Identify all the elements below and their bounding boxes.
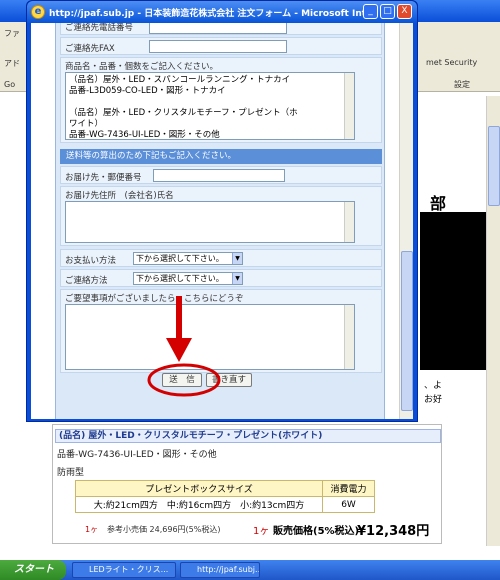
phone-row: ご連絡先電話番号 bbox=[60, 23, 382, 35]
reference-quantity: 1ヶ bbox=[85, 525, 99, 534]
address-label-fragment: アド bbox=[4, 59, 20, 68]
requests-row: ご要望事項がございましたら、こちらにどうぞ bbox=[60, 289, 382, 373]
address-row: お届け先住所 (会社名)氏名 bbox=[60, 186, 382, 246]
popup-scrollbar[interactable] bbox=[399, 23, 413, 419]
price-row: 1ヶ 参考小売価 24,696円(5%税込) 1ヶ 販売価格(5%税込) ¥12… bbox=[57, 521, 437, 539]
payment-select[interactable]: 下から選択して下さい。 ▼ bbox=[133, 252, 243, 265]
security-label[interactable]: met Security bbox=[426, 58, 477, 67]
minimize-button[interactable]: _ bbox=[363, 4, 378, 19]
payment-label: お支払い方法 bbox=[65, 256, 117, 266]
fax-input[interactable] bbox=[149, 40, 287, 53]
popup-titlebar[interactable]: e http://jpaf.sub.jp - 日本装飾造花株式会社 注文フォーム… bbox=[27, 1, 417, 23]
annotation-circle-icon bbox=[147, 363, 221, 397]
address-label: お届け先住所 (会社名)氏名 bbox=[65, 191, 174, 201]
spec-header-size: プレゼントボックスサイズ bbox=[75, 480, 323, 497]
order-form: ご連絡先電話番号 ご連絡先FAX 商品名・品番・個数をご記入ください。 （品名）… bbox=[55, 23, 385, 419]
reference-price: 参考小売価 24,696円(5%税込) bbox=[107, 525, 221, 534]
zip-input[interactable] bbox=[153, 169, 285, 182]
fax-row: ご連絡先FAX bbox=[60, 37, 382, 55]
popup-body: ご連絡先電話番号 ご連絡先FAX 商品名・品番・個数をご記入ください。 （品名）… bbox=[31, 23, 413, 419]
order-form-popup: e http://jpaf.sub.jp - 日本装飾造花株式会社 注文フォーム… bbox=[26, 0, 418, 422]
annotation-arrow-icon bbox=[166, 296, 192, 362]
maximize-button[interactable]: □ bbox=[380, 4, 395, 19]
items-textarea[interactable]: （品名）屋外・LED・スパンコールランニング・トナカイ 品番-L3D059-CO… bbox=[65, 72, 355, 140]
settings-button[interactable]: 設定 bbox=[454, 79, 470, 90]
phone-input[interactable] bbox=[149, 23, 287, 34]
spec-header-power: 消費電力 bbox=[322, 480, 375, 497]
chevron-down-icon[interactable]: ▼ bbox=[232, 253, 242, 264]
contact-row: ご連絡方法 下から選択して下さい。 ▼ bbox=[60, 269, 382, 287]
spec-sizes: 大:約21cm四方 中:約16cm四方 小:約13cm四方 bbox=[75, 496, 323, 513]
payment-row: お支払い方法 下から選択して下さい。 ▼ bbox=[60, 249, 382, 267]
items-row: 商品名・品番・個数をご記入ください。 （品名）屋外・LED・スパンコールランニン… bbox=[60, 57, 382, 143]
zip-row: お届け先・郵便番号 bbox=[60, 166, 382, 184]
zip-label: お届け先・郵便番号 bbox=[65, 173, 142, 183]
popup-title: http://jpaf.sub.jp - 日本装飾造花株式会社 注文フォーム -… bbox=[49, 9, 369, 19]
start-button[interactable]: スタート bbox=[0, 560, 66, 580]
shipping-section-header: 送料等の算出のため下記もご記入ください。 bbox=[60, 149, 382, 164]
address-scrollbar[interactable] bbox=[344, 202, 354, 242]
taskbar-item-order-form[interactable]: http://jpaf.subj... bbox=[180, 562, 260, 578]
background-text-2: お好 bbox=[424, 395, 443, 405]
contact-select-value: 下から選択して下さい。 bbox=[136, 274, 224, 283]
background-scrollbar[interactable] bbox=[486, 96, 500, 546]
requests-textarea[interactable] bbox=[65, 304, 355, 370]
product-model: 品番-WG-7436-UI-LED・図形・その他 bbox=[57, 450, 217, 460]
background-heading: 部 bbox=[430, 194, 447, 213]
menu-file-fragment[interactable]: ファ bbox=[4, 28, 20, 39]
ie-icon: e bbox=[31, 5, 45, 19]
fax-label: ご連絡先FAX bbox=[65, 44, 115, 54]
taskbar-item-led[interactable]: LEDライト・クリス... bbox=[72, 562, 176, 578]
items-text: （品名）屋外・LED・スパンコールランニング・トナカイ 品番-L3D059-CO… bbox=[69, 75, 298, 140]
address-textarea[interactable] bbox=[65, 201, 355, 243]
chevron-down-icon[interactable]: ▼ bbox=[232, 273, 242, 284]
popup-scroll-thumb[interactable] bbox=[401, 251, 413, 411]
phone-label: ご連絡先電話番号 bbox=[65, 23, 134, 33]
contact-label: ご連絡方法 bbox=[65, 276, 108, 286]
requests-scrollbar[interactable] bbox=[344, 305, 354, 369]
product-spec-table: プレゼントボックスサイズ 消費電力 大:約21cm四方 中:約16cm四方 小:… bbox=[75, 480, 375, 513]
background-text-1: 、よ bbox=[424, 381, 443, 391]
spec-power: 6W bbox=[322, 496, 375, 513]
contact-select[interactable]: 下から選択して下さい。 ▼ bbox=[133, 272, 243, 285]
taskbar: スタート LEDライト・クリス... http://jpaf.subj... bbox=[0, 560, 500, 580]
requests-label: ご要望事項がございましたら、こちらにどうぞ bbox=[65, 294, 244, 304]
close-button[interactable]: X bbox=[397, 4, 412, 19]
product-info-panel: (品名) 屋外・LED・クリスタルモチーフ・プレゼント(ホワイト) 品番-WG-… bbox=[52, 424, 442, 544]
items-scrollbar[interactable] bbox=[344, 73, 354, 139]
sale-quantity: 1ヶ bbox=[253, 526, 270, 537]
background-scroll-thumb[interactable] bbox=[488, 126, 500, 206]
items-label: 商品名・品番・個数をご記入ください。 bbox=[65, 62, 219, 72]
sale-price-label: 販売価格(5%税込) bbox=[273, 526, 360, 537]
google-toolbar-fragment[interactable]: Go bbox=[4, 80, 15, 89]
product-name: (品名) 屋外・LED・クリスタルモチーフ・プレゼント(ホワイト) bbox=[55, 429, 441, 443]
product-weather-rating: 防雨型 bbox=[57, 468, 85, 478]
sale-price: ¥12,348円 bbox=[357, 524, 430, 539]
payment-select-value: 下から選択して下さい。 bbox=[136, 254, 224, 263]
